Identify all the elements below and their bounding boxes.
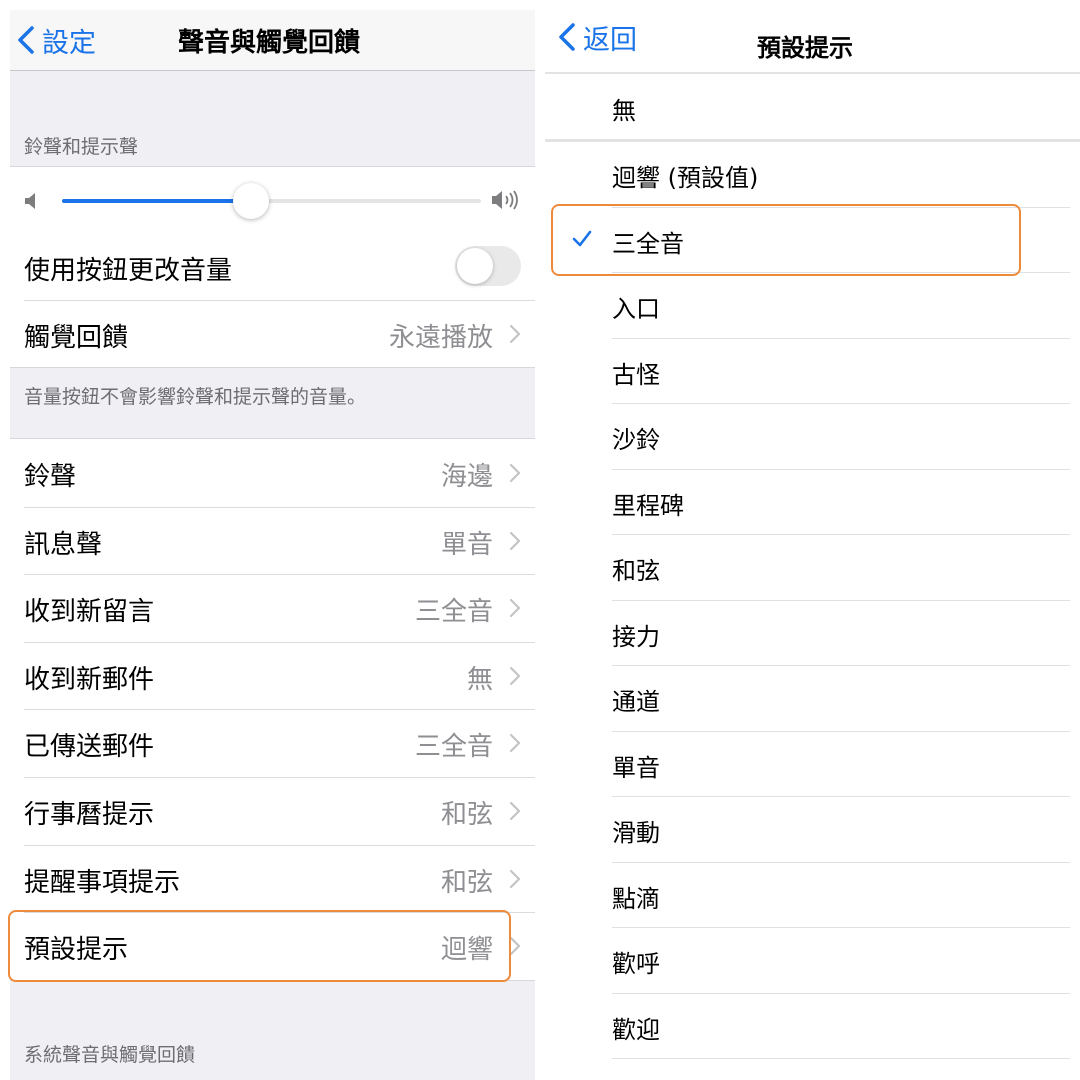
chevron-right-icon — [509, 324, 521, 344]
option-row[interactable]: 單音 — [545, 732, 1080, 797]
volume-slider-fill — [62, 199, 251, 203]
option-label: 滑動 — [612, 819, 660, 847]
return-back-button[interactable]: 返回 — [557, 17, 637, 57]
option-label: 古怪 — [612, 360, 660, 389]
volume-slider-thumb[interactable] — [232, 183, 269, 219]
sound-row[interactable]: 收到新郵件 無 — [10, 641, 535, 710]
ringtones-section-header: 鈴聲和提示聲 — [24, 136, 139, 158]
volume-slider-row — [10, 167, 535, 233]
sound-row-label: 提醒事項提示 — [24, 867, 181, 898]
sound-row-value: 和弦 — [440, 799, 493, 830]
change-with-buttons-toggle[interactable] — [455, 246, 521, 286]
left-navigation-bar: 設定 聲音與觸覺回饋 — [10, 10, 535, 71]
haptics-label: 觸覺回饋 — [24, 323, 129, 353]
haptics-value: 永遠播放 — [388, 323, 493, 353]
speaker-high-icon — [492, 190, 518, 210]
sounds-haptics-screen: 設定 聲音與觸覺回饋 鈴聲和提示聲 使用按鈕更改音量 觸覺回饋 永遠播放 音量按… — [0, 0, 545, 1080]
default-alert-screen: 返回 預設提示 無 迴響 (預設值) 三全音 入口 古怪 沙鈴 里程碑 和弦 接力 通道 單音 滑動… — [545, 0, 1080, 1080]
option-label: 和弦 — [612, 557, 660, 585]
option-label: 通道 — [612, 688, 660, 716]
sounds-group: 鈴聲 海邊 訊息聲 單音 收到新留言 三全音 收到新郵件無已傳送郵件 三全音 行事曆提示 和弦 提醒… — [10, 438, 535, 981]
change-with-buttons-label: 使用按鈕更改音量 — [24, 256, 233, 286]
sound-row-value: 三全音 — [414, 732, 493, 763]
option-label: 接力 — [612, 622, 660, 651]
chevron-right-icon — [509, 734, 521, 753]
chevron-right-icon — [509, 531, 521, 550]
back-label[interactable]: 設定 — [42, 21, 96, 60]
speaker-low-icon — [25, 193, 35, 209]
sound-row-value: 單音 — [440, 529, 493, 560]
sound-row[interactable]: 鈴聲 海邊 — [10, 439, 535, 507]
volume-group: 使用按鈕更改音量 觸覺回饋 永遠播放 — [10, 166, 535, 368]
change-with-buttons-row: 使用按鈕更改音量 — [10, 233, 535, 300]
page-title: 預設提示 — [757, 34, 853, 62]
option-label: 迴響 (預設值) — [612, 164, 759, 192]
volume-slider[interactable] — [62, 183, 481, 219]
option-row[interactable]: 入口 — [545, 273, 1080, 339]
back-label[interactable]: 返回 — [583, 18, 637, 57]
option-label: 單音 — [612, 753, 660, 782]
chevron-left-icon — [559, 23, 575, 51]
option-row[interactable]: 通道 — [545, 666, 1080, 732]
option-label: 入口 — [612, 295, 660, 323]
haptics-row[interactable]: 觸覺回饋 永遠播放 — [10, 300, 535, 367]
sound-row[interactable]: 行事曆提示 和弦 — [10, 776, 535, 845]
sound-row-label: 已傳送郵件 — [24, 732, 155, 763]
chevron-right-icon — [509, 463, 521, 483]
option-row[interactable]: 點滴 — [545, 863, 1080, 928]
sound-row-value: 無 — [466, 664, 493, 695]
option-row[interactable]: 接力 — [545, 601, 1080, 666]
alert-options-list: 迴響 (預設值) 三全音 入口 古怪 沙鈴 里程碑 和弦 接力 通道 單音 滑動 點滴 歡呼 歡迎 — [545, 142, 1080, 1059]
chevron-right-icon — [509, 869, 521, 888]
sound-row[interactable]: 訊息聲 單音 — [10, 506, 535, 575]
sound-row-label: 收到新留言 — [24, 597, 155, 628]
sound-row-label: 鈴聲 — [24, 462, 77, 492]
option-row[interactable]: 古怪 — [545, 339, 1080, 404]
option-row[interactable]: 滑動 — [545, 797, 1080, 863]
option-row[interactable]: 歡呼 — [545, 928, 1080, 994]
option-label: 無 — [612, 97, 636, 125]
option-row[interactable]: 和弦 — [545, 535, 1080, 601]
sound-row-value: 海邊 — [440, 462, 493, 492]
sound-row-label: 收到新郵件 — [24, 664, 155, 695]
sound-row-value: 和弦 — [440, 867, 493, 898]
sound-row[interactable]: 已傳送郵件 三全音 — [10, 709, 535, 777]
settings-back-button[interactable]: 設定 — [16, 20, 96, 60]
default-alert-highlight-box — [8, 910, 511, 982]
sound-row[interactable]: 收到新留言 三全音 — [10, 574, 535, 642]
option-row[interactable]: 迴響 (預設值) — [545, 142, 1080, 208]
row-separator — [612, 1058, 1070, 1059]
option-none[interactable]: 無 — [545, 73, 1080, 139]
sound-row-label: 訊息聲 — [24, 529, 103, 560]
option-label: 里程碑 — [612, 491, 684, 520]
option-label: 點滴 — [612, 884, 660, 913]
option-row[interactable]: 歡迎 — [545, 994, 1080, 1059]
selected-option-highlight-box — [551, 204, 1021, 276]
toggle-knob — [457, 248, 493, 284]
volume-footer-note: 音量按鈕不會影響鈴聲和提示聲的音量。 — [24, 386, 367, 408]
chevron-right-icon — [509, 666, 521, 685]
right-navigation-bar: 返回 預設提示 — [545, 0, 1080, 74]
option-row[interactable]: 里程碑 — [545, 470, 1080, 535]
system-sounds-section-header: 系統聲音與觸覺回饋 — [24, 1044, 196, 1066]
option-row[interactable]: 沙鈴 — [545, 404, 1080, 470]
option-label: 歡呼 — [612, 950, 660, 978]
sound-row-value: 三全音 — [414, 597, 493, 628]
chevron-right-icon — [509, 801, 521, 821]
option-label: 歡迎 — [612, 1015, 660, 1044]
sound-row-label: 行事曆提示 — [24, 799, 155, 830]
chevron-right-icon — [509, 599, 521, 618]
page-title: 聲音與觸覺回饋 — [178, 28, 361, 58]
option-label: 沙鈴 — [612, 426, 660, 454]
sound-row[interactable]: 提醒事項提示 和弦 — [10, 844, 535, 913]
chevron-left-icon — [18, 26, 34, 54]
